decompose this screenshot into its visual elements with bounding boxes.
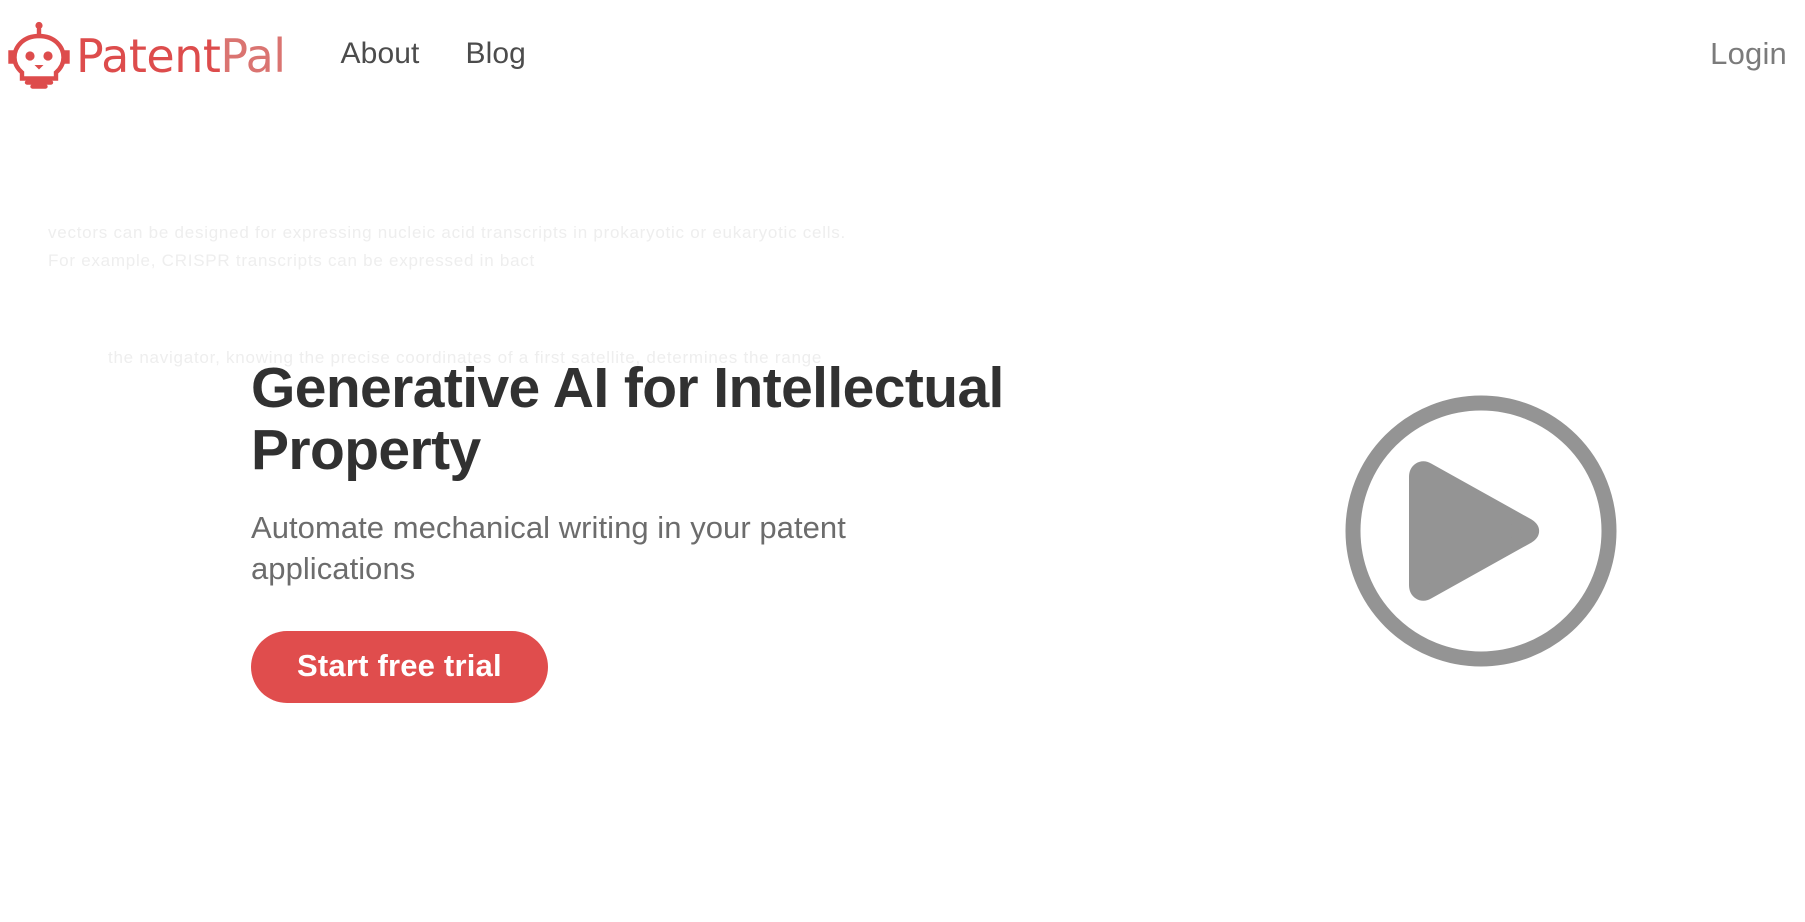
- hero-headline: Generative AI for Intellectual Property: [251, 356, 1004, 482]
- hero-section: Generative AI for Intellectual Property …: [251, 356, 1011, 703]
- robot-lightbulb-icon: [8, 19, 70, 89]
- play-circle-icon: [1345, 395, 1617, 667]
- brand-wordmark: PatentPal: [76, 33, 286, 79]
- watermark-text-block-1: vectors can be designed for expressing n…: [48, 223, 852, 270]
- play-video-button[interactable]: [1345, 395, 1617, 667]
- start-free-trial-button[interactable]: Start free trial: [251, 630, 548, 703]
- site-header: PatentPal About Blog Login: [0, 0, 1805, 108]
- brand-wordmark-patent: Patent: [76, 29, 221, 83]
- nav-item-about[interactable]: About: [341, 37, 420, 71]
- landing-page: PatentPal About Blog Login vectors can b…: [0, 0, 1805, 922]
- primary-nav: About Blog: [341, 37, 526, 71]
- hero-subheadline: Automate mechanical writing in your pate…: [251, 510, 846, 587]
- brand-wordmark-pal: Pal: [220, 29, 286, 83]
- brand-logo-link[interactable]: PatentPal: [8, 19, 286, 89]
- header-right-actions: Login: [1710, 36, 1787, 72]
- nav-item-blog[interactable]: Blog: [465, 37, 525, 71]
- login-link[interactable]: Login: [1710, 36, 1787, 71]
